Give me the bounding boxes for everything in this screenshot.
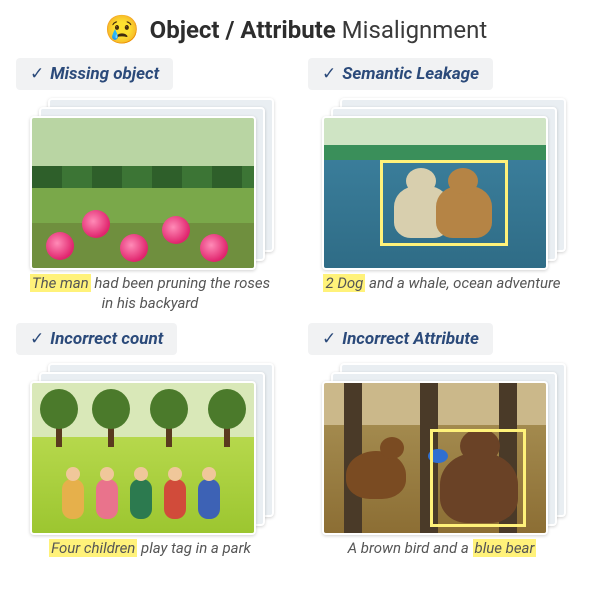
subheader-incorrect-count: ✓ Incorrect count [16,323,177,355]
check-icon: ✓ [322,64,336,84]
subheader-label: Missing object [50,64,159,84]
stack-card-front [30,116,256,270]
check-icon: ✓ [322,329,336,349]
subheader-semantic-leakage: ✓ Semantic Leakage [308,58,493,90]
page-title: Object / Attribute Misalignment [150,16,488,44]
caption-post: had been pruning the roses in his backya… [91,274,270,312]
cell-incorrect-attribute: ✓ Incorrect Attribute A brown bird and a… [308,323,576,559]
image-stack [322,363,562,533]
caption-highlight: 2 Dog [323,274,365,292]
caption: A brown bird and a blue bear [348,539,537,559]
subheader-missing-object: ✓ Missing object [16,58,173,90]
thumbnail-garden [32,118,254,268]
stack-card-front [322,116,548,270]
thumbnail-park [32,383,254,533]
caption-highlight: blue bear [473,539,537,557]
examples-grid: ✓ Missing object The man had been prunin… [16,58,576,559]
caption-pre: A brown bird and a [348,539,473,557]
check-icon: ✓ [30,329,44,349]
caption-highlight: Four children [49,539,137,557]
caption: The man had been pruning the roses in hi… [25,274,275,313]
cell-incorrect-count: ✓ Incorrect count Four children play tag… [16,323,284,559]
image-stack [30,363,270,533]
stack-card-front [30,381,256,535]
roi-box [380,160,508,246]
page-title-rest: Misalignment [336,16,487,44]
image-stack [30,98,270,268]
image-stack [322,98,562,268]
caption-post: and a whale, ocean adventure [365,274,560,292]
caption-highlight: The man [30,274,91,292]
roi-box [430,429,526,527]
subheader-incorrect-attribute: ✓ Incorrect Attribute [308,323,493,355]
cell-missing-object: ✓ Missing object The man had been prunin… [16,58,284,313]
thumbnail-forest [324,383,546,533]
stack-card-front [322,381,548,535]
subheader-label: Incorrect Attribute [342,329,479,349]
page-title-strong: Object / Attribute [150,16,336,44]
caption: 2 Dog and a whale, ocean adventure [323,274,560,294]
cry-emoji-icon: 😢 [105,16,140,44]
page-header: 😢 Object / Attribute Misalignment [16,16,576,44]
subheader-label: Incorrect count [50,329,163,349]
caption-post: play tag in a park [137,539,251,557]
cell-semantic-leakage: ✓ Semantic Leakage 2 Dog and a whale, oc… [308,58,576,313]
caption: Four children play tag in a park [49,539,251,559]
subheader-label: Semantic Leakage [342,64,479,84]
thumbnail-ocean [324,118,546,268]
check-icon: ✓ [30,64,44,84]
